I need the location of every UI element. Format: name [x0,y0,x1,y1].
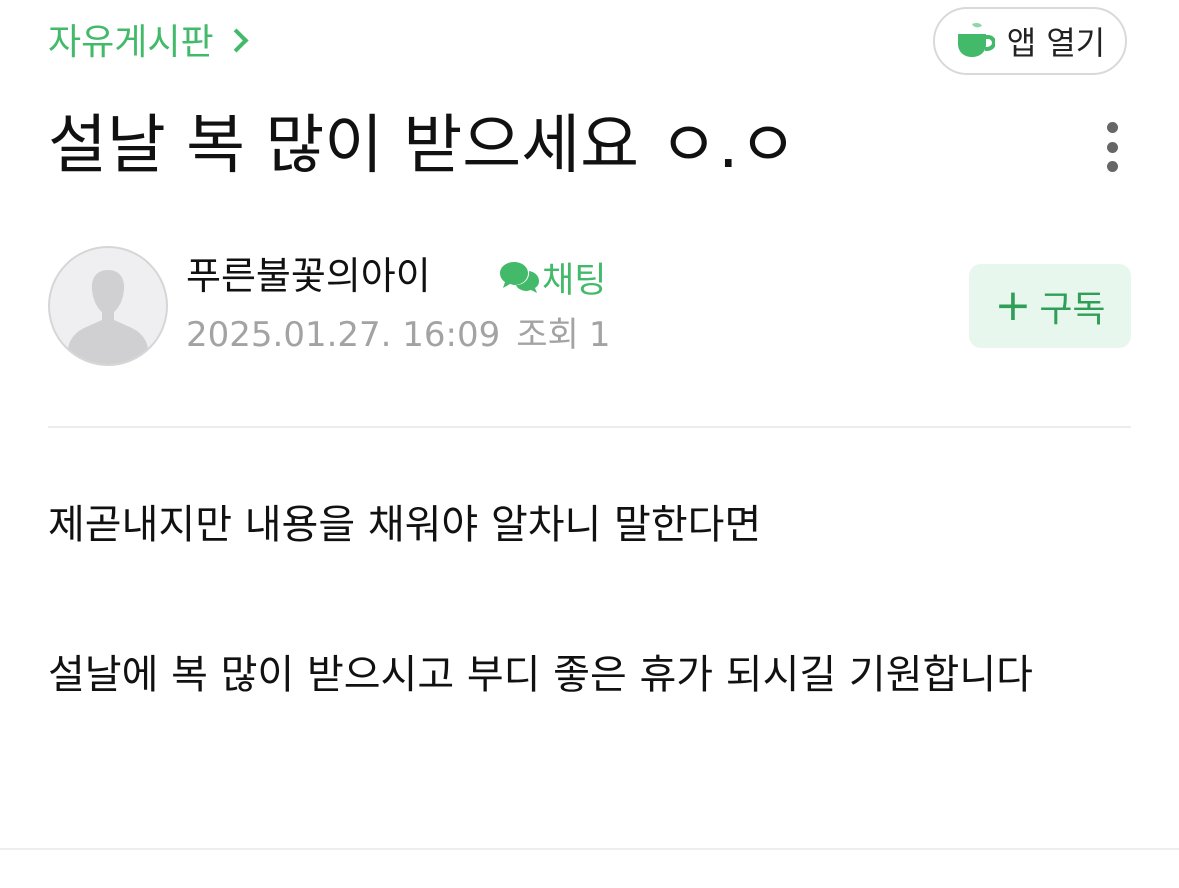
plus-icon: + [994,280,1032,331]
more-dot [1106,141,1118,153]
chevron-right-icon [224,27,249,53]
post-date: 2025.01.27. 16:09 [186,315,501,355]
post-meta: 2025.01.27. 16:09 조회 1 [186,312,610,358]
board-name: 자유게시판 [48,22,214,63]
views-count: 1 [588,315,611,355]
views-label: 조회 [516,315,579,355]
app-open-button[interactable]: 앱 열기 [933,7,1127,75]
chat-bubbles-icon [500,262,539,293]
divider [48,426,1131,428]
chat-label: 채팅 [542,260,607,301]
post-body: 제곧내지만 내용을 채워야 알차니 말한다면 설날에 복 많이 받으시고 부디 … [48,496,1131,704]
more-vertical-icon[interactable] [1090,118,1134,176]
app-open-label: 앱 열기 [1006,24,1106,62]
subscribe-button[interactable]: + 구독 [969,264,1131,348]
board-link[interactable]: 자유게시판 [48,14,249,64]
default-user-icon [66,270,150,364]
subscribe-label: 구독 [1039,289,1106,330]
more-dot [1106,122,1118,133]
body-paragraph: 설날에 복 많이 받으시고 부디 좋은 휴가 되시길 기원합니다 [48,652,1033,698]
more-dot [1106,161,1118,172]
author-avatar[interactable] [48,246,168,366]
divider [0,848,1179,850]
author-name[interactable]: 푸른불꽃의아이 [186,250,431,302]
body-paragraph: 제곧내지만 내용을 채워야 알차니 말한다면 [48,502,762,548]
post-title: 설날 복 많이 받으세요 ㅇ.ㅇ [48,109,798,183]
chat-button[interactable]: 채팅 [498,254,607,301]
coffee-cup-icon [957,22,995,57]
